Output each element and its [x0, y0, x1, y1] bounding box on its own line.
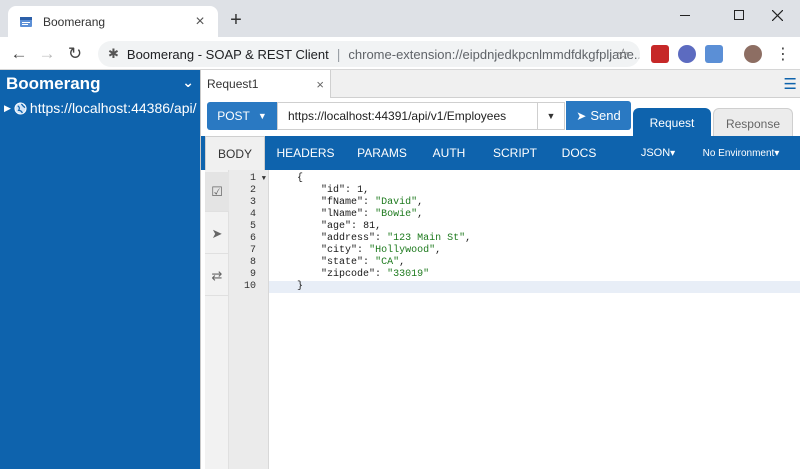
format-label: JSON [640, 147, 671, 159]
code-line: } [269, 281, 800, 293]
editor-toolbar: ☑ ➤ ⇄ [205, 170, 229, 469]
send-label: Send [590, 108, 621, 123]
caret-down-icon: ▾ [670, 147, 676, 159]
code-line: "age": 81, [321, 221, 382, 232]
tab-body[interactable]: BODY [205, 136, 265, 170]
extension-boomerang-icon[interactable] [705, 45, 723, 63]
address-url: chrome-extension://eipdnjedkpcnlmmdfdkgf… [348, 46, 640, 62]
line-number: 1 ▼ [249, 173, 266, 185]
tab-response[interactable]: Response [713, 108, 793, 138]
forward-arrow-icon[interactable]: → [36, 43, 58, 65]
close-window-icon[interactable] [754, 0, 800, 30]
browser-tab[interactable]: Boomerang × [8, 6, 218, 37]
line-number: 2 [249, 185, 256, 196]
address-bar[interactable]: ✱ Boomerang - SOAP & REST Client | chrom… [98, 41, 640, 67]
extension-check-icon[interactable] [678, 45, 696, 63]
paper-plane-icon: ➤ [576, 108, 587, 123]
address-site-name: Boomerang - SOAP & REST Client [126, 46, 329, 62]
edit-check-icon[interactable]: ☑ [205, 172, 229, 212]
tab-headers[interactable]: HEADERS [273, 136, 338, 170]
line-number: 4 [249, 209, 256, 220]
browser-toolbar: ← → ↻ ✱ Boomerang - SOAP & REST Client |… [0, 37, 800, 70]
line-number: 8 [249, 257, 256, 268]
send-plane-icon[interactable]: ➤ [205, 214, 229, 254]
line-number: 6 [249, 233, 256, 244]
close-request-tab-icon[interactable]: × [316, 77, 324, 92]
address-separator: | [336, 46, 341, 62]
swap-arrows-icon[interactable]: ⇄ [205, 256, 229, 296]
code-line: "id": 1, [321, 185, 370, 196]
environment-select[interactable]: No Environment ▾ [701, 136, 781, 170]
sidebar-header: Boomerang ⌄ [0, 70, 200, 98]
browser-tab-strip: Boomerang × + [0, 0, 800, 37]
line-number-gutter: 1 ▼ 2 3 4 5 6 7 8 9 10 [229, 170, 269, 469]
sidebar-item-label: https://localhost:44386/api/ [29, 100, 197, 116]
boomerang-favicon-icon [20, 16, 32, 27]
code-line: "address": "123 Main St", [321, 233, 472, 244]
tab-docs[interactable]: DOCS [558, 136, 600, 170]
caret-down-icon: ▼ [257, 111, 267, 121]
request-subnav: BODY HEADERS PARAMS AUTH SCRIPT DOCS JSO… [201, 136, 800, 170]
caret-down-icon: ▾ [774, 147, 780, 159]
code-line: "state": "CA", [321, 257, 406, 268]
sidebar-title: Boomerang [6, 74, 101, 93]
request-panel: Request1 × ☰ POST ▼ https://localhost:44… [200, 70, 800, 469]
url-history-caret-icon[interactable]: ▼ [537, 102, 565, 130]
fold-caret-icon[interactable]: ▼ [262, 173, 266, 185]
sidebar-item-localhost[interactable]: ▶ https://localhost:44386/api/ [0, 98, 200, 118]
tab-script[interactable]: SCRIPT [488, 136, 542, 170]
request-tab-label: Request1 [207, 77, 259, 91]
minimize-icon[interactable] [662, 0, 708, 30]
chevron-down-icon[interactable]: ⌄ [182, 74, 194, 91]
code-line: "lName": "Bowie", [321, 209, 424, 220]
close-tab-icon[interactable]: × [192, 13, 208, 30]
tab-params[interactable]: PARAMS [354, 136, 410, 170]
tab-request[interactable]: Request [633, 108, 711, 138]
reload-icon[interactable]: ↻ [64, 43, 86, 65]
extension-red-icon[interactable] [651, 45, 669, 63]
body-editor[interactable]: ☑ ➤ ⇄ 1 ▼ 2 3 4 5 6 7 8 9 10 { "id": 1, "fName": "… [201, 170, 800, 469]
line-number: 7 [249, 245, 256, 256]
code-line: "city": "Hollywood", [321, 245, 442, 256]
url-input[interactable]: https://localhost:44391/api/v1/Employees [277, 102, 563, 130]
code-line: "zipcode": "33019" [321, 269, 430, 280]
request-tab[interactable]: Request1 × [201, 70, 331, 98]
more-menu-icon[interactable]: ⋮ [772, 43, 794, 65]
hamburger-menu-icon[interactable]: ☰ [784, 75, 797, 93]
request-tab-bar: Request1 × ☰ [201, 70, 800, 98]
puzzle-extension-icon: ✱ [108, 46, 119, 61]
code-area[interactable]: { "id": 1, "fName": "David", "lName": "B… [269, 170, 800, 469]
back-arrow-icon[interactable]: ← [8, 43, 30, 65]
avatar[interactable] [744, 45, 762, 63]
method-label: POST [217, 109, 250, 123]
line-number: 3 [249, 197, 256, 208]
new-tab-button[interactable]: + [226, 10, 246, 30]
format-select[interactable]: JSON ▾ [638, 136, 678, 170]
environment-label: No Environment [702, 147, 775, 159]
send-button[interactable]: ➤ Send [566, 101, 631, 130]
code-line: "fName": "David", [321, 197, 424, 208]
expand-triangle-icon[interactable]: ▶ [4, 103, 11, 114]
line-number: 10 [243, 281, 256, 292]
tab-auth[interactable]: AUTH [429, 136, 469, 170]
collections-sidebar: Boomerang ⌄ ▶ https://localhost:44386/ap… [0, 70, 200, 469]
line-number: 9 [249, 269, 256, 280]
line-number: 5 [249, 221, 256, 232]
globe-icon [14, 101, 27, 115]
code-line: { [297, 173, 304, 184]
browser-tab-title: Boomerang [43, 14, 106, 29]
method-select[interactable]: POST ▼ [207, 102, 277, 130]
bookmark-star-icon[interactable]: ☆ [617, 45, 630, 63]
